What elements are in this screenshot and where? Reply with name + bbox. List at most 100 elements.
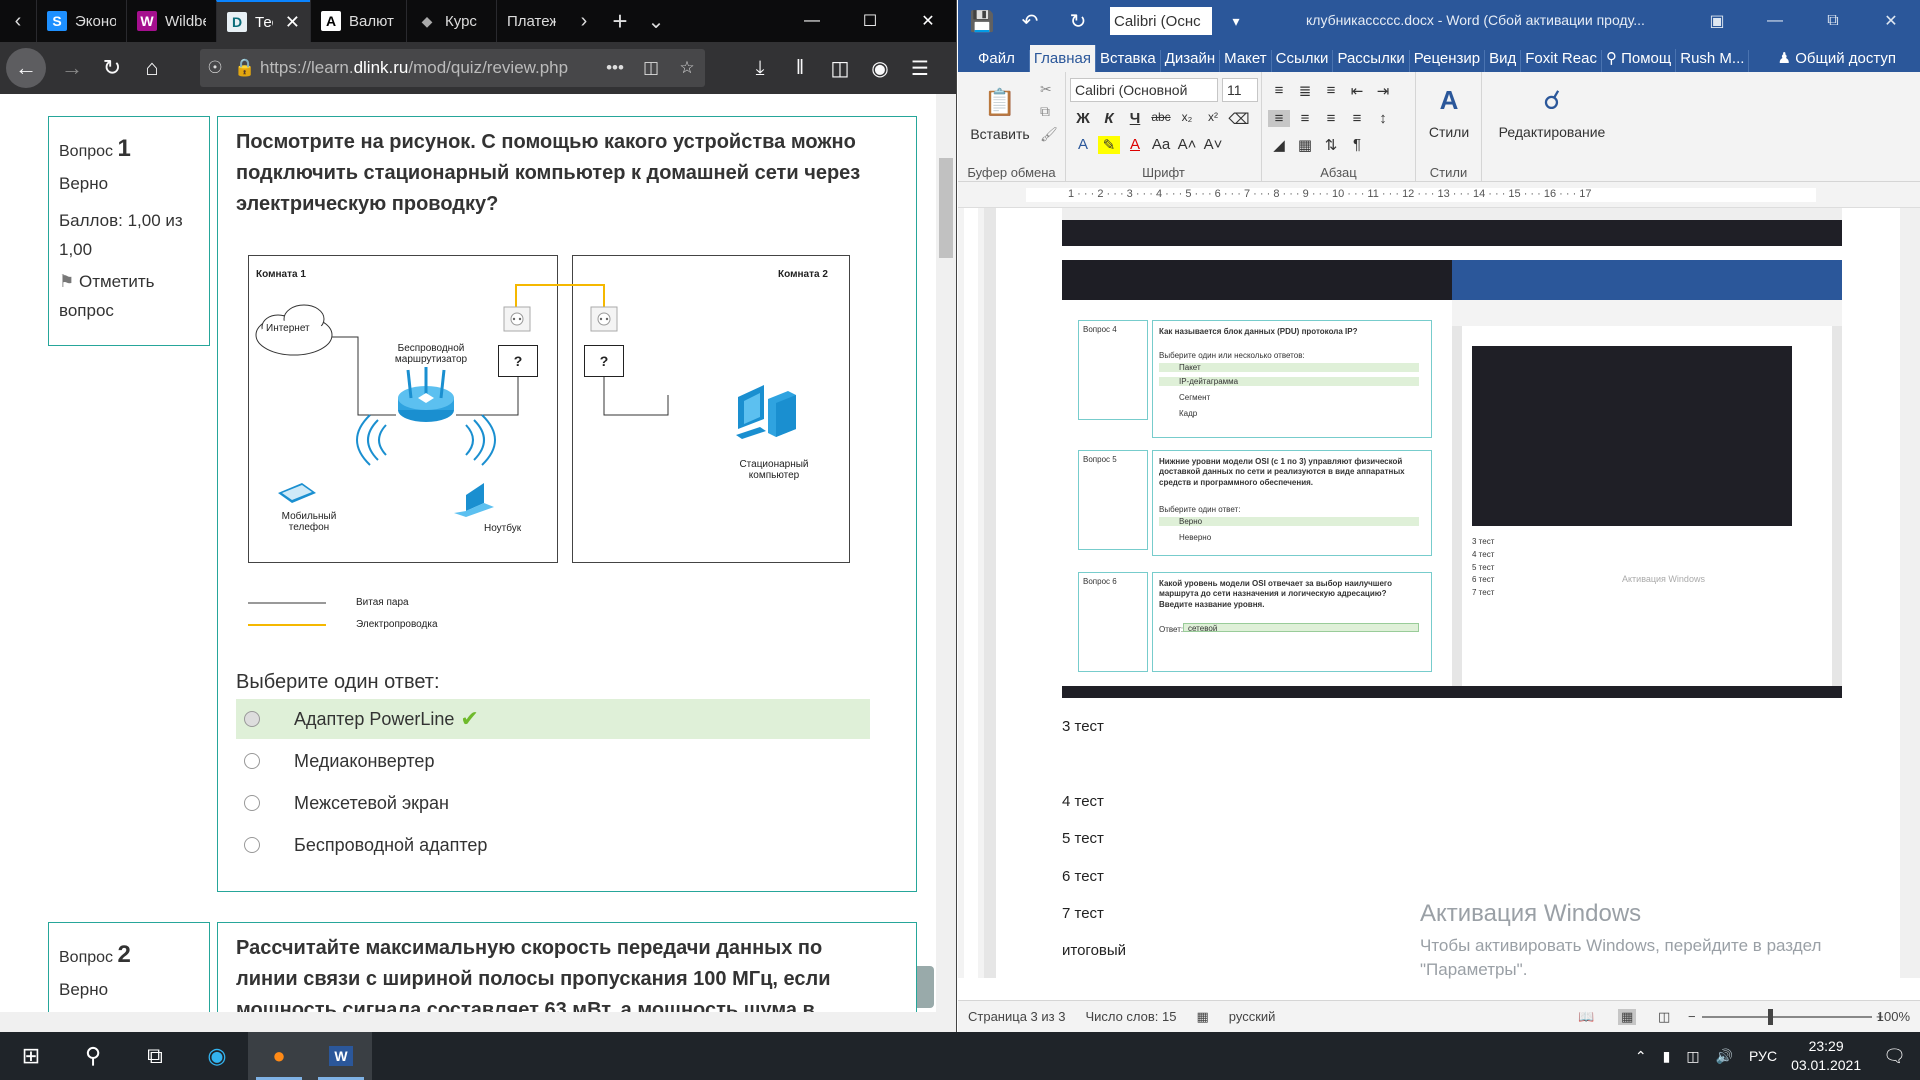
answer-radio-3[interactable] [244, 795, 260, 811]
justify-icon[interactable]: ≡ [1346, 110, 1368, 127]
superscript-icon[interactable]: x² [1202, 110, 1224, 128]
list-all-tabs-icon[interactable]: ⌄ [638, 0, 674, 42]
reload-button[interactable]: ↻ [92, 48, 132, 88]
tab-rush[interactable]: Rush M... [1676, 50, 1750, 72]
tab-5[interactable]: ◆ Курс [406, 0, 496, 42]
maximize-button[interactable]: ☐ [841, 0, 899, 42]
answer-radio-4[interactable] [244, 837, 260, 853]
minimize-button[interactable]: — [783, 0, 841, 42]
proofing-icon[interactable]: ▦ [1197, 1009, 1209, 1025]
grow-font-icon[interactable]: A˄ [1176, 136, 1198, 154]
tab-4[interactable]: A Валют [310, 0, 406, 42]
font-size-box[interactable]: 11 [1222, 78, 1258, 102]
decrease-indent-icon[interactable]: ⇤ [1346, 82, 1368, 100]
horizontal-scrollbar[interactable] [0, 1012, 956, 1032]
back-button[interactable]: ← [6, 48, 46, 88]
numbering-icon[interactable]: ≣ [1294, 82, 1316, 100]
close-window-button[interactable]: ✕ [899, 0, 956, 42]
shading-icon[interactable]: ◢ [1268, 136, 1290, 154]
word-restore-button[interactable]: ⧉ [1804, 0, 1862, 42]
line-spacing-icon[interactable]: ↕ [1372, 110, 1394, 127]
format-painter-icon[interactable]: 🖌 [1040, 123, 1058, 145]
tabs-scroll-right-button[interactable]: › [566, 0, 602, 42]
tab-references[interactable]: Ссылки [1272, 50, 1334, 72]
word-minimize-button[interactable]: — [1746, 0, 1804, 42]
increase-indent-icon[interactable]: ⇥ [1372, 82, 1394, 100]
network-icon[interactable]: ◫ [1686, 1048, 1699, 1065]
editing-button[interactable]: ☌ Редактирование [1486, 80, 1618, 141]
subscript-icon[interactable]: x₂ [1176, 110, 1198, 128]
share-button[interactable]: ♟ Общий доступ [1778, 49, 1920, 72]
sidebar-icon[interactable]: ◫ [820, 56, 860, 81]
flag-question-link[interactable]: ⚑ Отметить вопрос [59, 268, 199, 326]
library-icon[interactable]: ‖ [780, 57, 820, 80]
page-actions-menu-icon[interactable]: ••• [597, 58, 633, 78]
strikethrough-icon[interactable]: abc [1150, 110, 1172, 128]
clear-format-icon[interactable]: ⌫ [1228, 110, 1250, 128]
tab-home[interactable]: Главная [1029, 45, 1096, 72]
font-name-box[interactable]: Calibri (Основной [1070, 78, 1218, 102]
tab-layout[interactable]: Макет [1220, 50, 1272, 72]
url-text[interactable]: https://learn.dlink.ru/mod/quiz/review.p… [260, 58, 597, 78]
account-icon[interactable]: ◉ [860, 56, 900, 81]
sort-icon[interactable]: ⇅ [1320, 136, 1342, 154]
ribbon-display-options-icon[interactable]: ▣ [1688, 0, 1746, 42]
tab-3-active[interactable]: D Тест ✕ [216, 0, 310, 42]
word-count[interactable]: Число слов: 15 [1085, 1009, 1176, 1024]
downloads-icon[interactable]: ⤓ [740, 57, 780, 80]
cut-icon[interactable]: ✂ [1040, 78, 1058, 100]
tab-mailings[interactable]: Рассылки [1333, 50, 1410, 72]
align-right-icon[interactable]: ≡ [1320, 110, 1342, 127]
print-layout-icon[interactable]: ▦ [1618, 1008, 1637, 1025]
scrollbar-thumb[interactable] [939, 158, 953, 258]
word-close-button[interactable]: ✕ [1862, 0, 1920, 42]
tabs-scroll-left-button[interactable]: ‹ [0, 0, 36, 42]
multilevel-list-icon[interactable]: ≡ [1320, 82, 1342, 100]
pilcrow-icon[interactable]: ¶ [1346, 136, 1368, 154]
shield-icon[interactable]: ☉ [200, 58, 230, 78]
font-color-icon[interactable]: A [1124, 136, 1146, 154]
answer-option-1[interactable]: Адаптер PowerLine ✔ [236, 699, 870, 739]
search-icon[interactable]: ⚲ [62, 1032, 124, 1080]
battery-icon[interactable]: ▮ [1663, 1048, 1671, 1065]
tab-6[interactable]: Платеж [496, 0, 566, 42]
answer-radio-2[interactable] [244, 753, 260, 769]
tab-insert[interactable]: Вставка [1096, 50, 1161, 72]
paste-button[interactable]: 📋 Вставить [964, 82, 1036, 143]
highlight-icon[interactable]: ✎ [1098, 136, 1120, 154]
underline-icon[interactable]: Ч [1124, 110, 1146, 128]
bookmark-star-icon[interactable]: ☆ [669, 58, 705, 78]
notifications-icon[interactable]: 🗨 [1883, 1046, 1906, 1067]
customize-toolbar-icon[interactable]: ▾ [1212, 13, 1260, 30]
redo-icon[interactable]: ↻ [1054, 9, 1102, 34]
zoom-slider[interactable] [1702, 1016, 1872, 1018]
zoom-out-icon[interactable]: − [1688, 1009, 1696, 1024]
start-button[interactable]: ⊞ [0, 1032, 62, 1080]
lock-icon[interactable]: 🔒 [230, 58, 260, 78]
italic-icon[interactable]: К [1098, 110, 1120, 128]
input-language[interactable]: РУС [1749, 1048, 1777, 1064]
hamburger-menu-icon[interactable]: ☰ [900, 56, 940, 81]
tab-foxit[interactable]: Foxit Reac [1521, 50, 1602, 72]
tab-view[interactable]: Вид [1485, 50, 1522, 72]
undo-icon[interactable]: ↶ [1006, 9, 1054, 34]
tab-file[interactable]: Файл [958, 50, 1030, 72]
web-layout-icon[interactable]: ◫ [1658, 1009, 1670, 1025]
read-mode-icon[interactable]: 📖 [1578, 1009, 1594, 1025]
word-taskbar-icon[interactable]: W [310, 1032, 372, 1080]
volume-icon[interactable]: 🔊 [1716, 1048, 1733, 1065]
quick-font-box[interactable]: Calibri (Оснс [1110, 7, 1212, 35]
firefox-taskbar-icon[interactable]: ● [248, 1032, 310, 1080]
page-count[interactable]: Страница 3 из 3 [968, 1009, 1065, 1024]
document-page[interactable]: Вопрос 4 Как называется блок данных (PDU… [996, 208, 1900, 978]
answer-radio-1[interactable] [244, 711, 260, 727]
tab-design[interactable]: Дизайн [1161, 50, 1221, 72]
save-icon[interactable]: 💾 [958, 9, 1006, 34]
shrink-font-icon[interactable]: A˅ [1202, 136, 1224, 154]
clock[interactable]: 23:29 03.01.2021 [1791, 1037, 1861, 1075]
close-tab-icon[interactable]: ✕ [285, 12, 300, 33]
pocket-icon[interactable]: ◫ [633, 58, 669, 78]
text-effects-icon[interactable]: A [1072, 136, 1094, 154]
task-view-icon[interactable]: ⧉ [124, 1032, 186, 1080]
url-bar[interactable]: ☉ 🔒 https://learn.dlink.ru/mod/quiz/revi… [200, 49, 705, 87]
